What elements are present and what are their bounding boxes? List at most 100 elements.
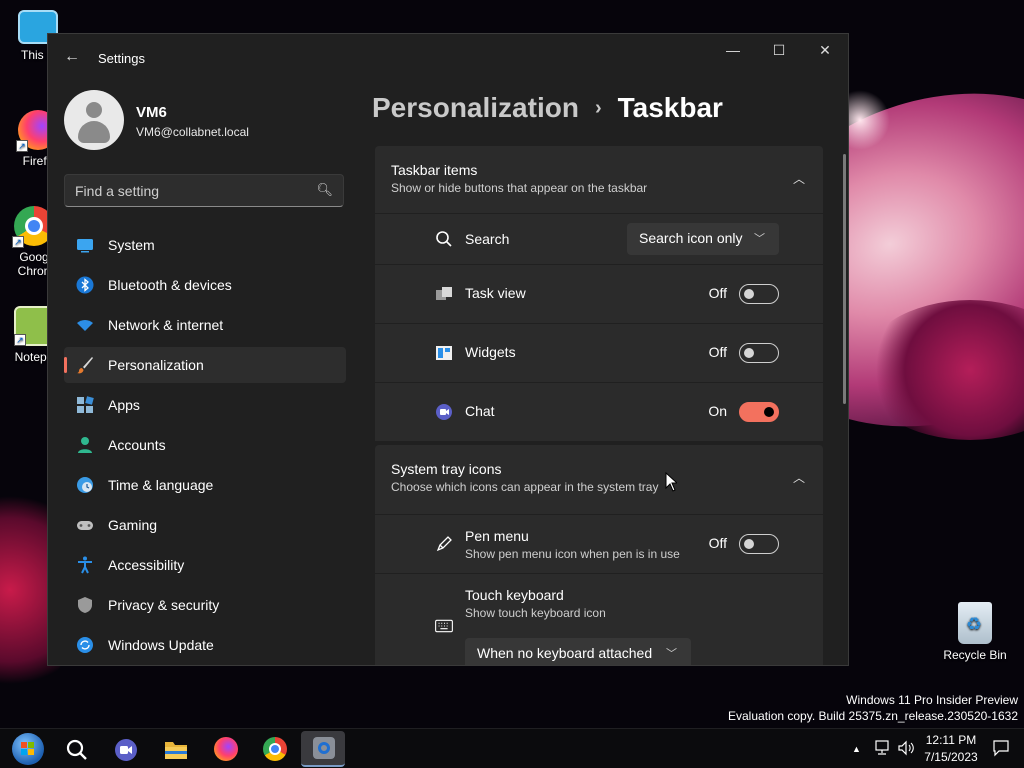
clock-date: 7/15/2023 xyxy=(924,750,978,764)
task-view-toggle[interactable] xyxy=(739,284,779,304)
page-title: Taskbar xyxy=(617,92,723,123)
update-icon xyxy=(77,637,93,653)
globe-icon xyxy=(77,477,93,493)
toggle-state-text: On xyxy=(708,403,727,419)
chevron-up-icon: ︿ xyxy=(792,172,805,186)
taskbar-items-header[interactable]: Taskbar items Show or hide buttons that … xyxy=(375,146,823,213)
pen-menu-toggle[interactable] xyxy=(739,534,779,554)
breadcrumb: Personalization › Taskbar xyxy=(372,92,723,124)
wifi-icon xyxy=(77,320,93,331)
setting-description: Show pen menu icon when pen is in use xyxy=(465,547,680,561)
monitor-icon xyxy=(77,239,93,253)
sidebar-item-accounts[interactable]: Accounts xyxy=(64,427,346,463)
search-mode-dropdown[interactable]: Search icon only ﹀ xyxy=(627,223,779,255)
setting-label: Pen menu xyxy=(465,528,529,544)
profile-email: VM6@collabnet.local xyxy=(136,125,249,139)
maximize-button[interactable]: ☐ xyxy=(756,34,802,66)
search-input[interactable]: Find a setting 🔍︎ xyxy=(64,174,344,207)
clock-time: 12:11 PM xyxy=(925,733,977,747)
sidebar-item-system[interactable]: System xyxy=(64,227,346,263)
sidebar-item-label: Bluetooth & devices xyxy=(108,277,232,293)
task-view-setting-row: Task view Off xyxy=(375,265,823,323)
settings-window: ← Settings — ☐ ✕ VM6 VM6@collabnet.local… xyxy=(47,33,849,666)
desktop-icon-recycle-bin[interactable]: ♻ Recycle Bin xyxy=(943,602,1007,662)
section-title: Taskbar items xyxy=(391,162,478,178)
taskbar-file-explorer-button[interactable] xyxy=(154,731,198,767)
windows-watermark: Windows 11 Pro Insider Preview Evaluatio… xyxy=(728,692,1018,724)
minimize-button[interactable]: — xyxy=(710,34,756,66)
sidebar-item-label: Network & internet xyxy=(108,317,224,333)
sidebar-item-windows-update[interactable]: Windows Update xyxy=(64,627,346,663)
firefox-icon xyxy=(214,737,238,761)
person-icon xyxy=(78,437,92,453)
taskbar-firefox-button[interactable] xyxy=(203,731,247,767)
search-icon xyxy=(436,231,452,247)
sidebar-nav: System Bluetooth & devices Network & int… xyxy=(64,227,346,665)
notifications-icon[interactable] xyxy=(992,739,1010,768)
pen-icon xyxy=(436,536,452,552)
sidebar-item-label: System xyxy=(108,237,155,253)
profile-name: VM6 xyxy=(136,104,167,121)
title-bar: ← Settings — ☐ ✕ xyxy=(48,34,848,82)
brush-icon xyxy=(77,357,93,374)
taskbar-settings-button[interactable] xyxy=(301,731,345,767)
sidebar-item-personalization[interactable]: Personalization xyxy=(64,347,346,383)
widgets-toggle[interactable] xyxy=(739,343,779,363)
sidebar-item-label: Personalization xyxy=(108,357,204,373)
breadcrumb-parent[interactable]: Personalization xyxy=(372,92,579,123)
window-title: Settings xyxy=(98,51,145,66)
sidebar-item-apps[interactable]: Apps xyxy=(64,387,346,423)
user-profile[interactable] xyxy=(64,90,124,150)
avatar xyxy=(64,90,124,150)
sidebar-item-time-language[interactable]: Time & language xyxy=(64,467,346,503)
back-arrow-icon[interactable]: ← xyxy=(64,48,82,68)
chevron-up-icon: ︿ xyxy=(792,471,805,485)
sidebar-item-label: Gaming xyxy=(108,517,158,533)
sidebar-item-accessibility[interactable]: Accessibility xyxy=(64,547,346,583)
close-button[interactable]: ✕ xyxy=(802,34,848,66)
sidebar-item-label: Time & language xyxy=(108,477,214,493)
search-placeholder: Find a setting xyxy=(75,183,160,199)
touch-keyboard-setting-row: Touch keyboard Show touch keyboard icon … xyxy=(375,574,823,665)
sidebar-item-gaming[interactable]: Gaming xyxy=(64,507,346,543)
settings-content: Taskbar items Show or hide buttons that … xyxy=(375,146,823,665)
folder-icon xyxy=(165,742,187,759)
sidebar-item-label: Apps xyxy=(108,397,140,413)
sidebar-item-network[interactable]: Network & internet xyxy=(64,307,346,343)
mouse-cursor-icon xyxy=(665,472,677,492)
setting-label: Chat xyxy=(465,403,495,419)
start-button[interactable] xyxy=(6,731,50,767)
widgets-icon xyxy=(436,346,452,360)
dropdown-value: When no keyboard attached xyxy=(477,645,653,661)
gamepad-icon xyxy=(77,521,93,530)
setting-label: Search xyxy=(465,231,510,247)
setting-label: Touch keyboard xyxy=(465,587,564,603)
watermark-edition: Windows 11 Pro Insider Preview xyxy=(846,693,1018,707)
windows-logo-icon xyxy=(12,733,44,765)
taskbar-search-button[interactable] xyxy=(55,731,99,767)
toggle-state-text: Off xyxy=(708,344,727,360)
shield-icon xyxy=(78,597,92,613)
widgets-setting-row: Widgets Off xyxy=(375,324,823,382)
sidebar-item-privacy-security[interactable]: Privacy & security xyxy=(64,587,346,623)
scrollbar[interactable] xyxy=(843,154,846,404)
sidebar-item-bluetooth[interactable]: Bluetooth & devices xyxy=(64,267,346,303)
taskbar-clock[interactable]: 12:11 PM 7/15/2023 xyxy=(914,732,988,766)
sidebar-item-label: Windows Update xyxy=(108,637,214,653)
touch-keyboard-dropdown[interactable]: When no keyboard attached ﹀ xyxy=(465,638,691,665)
recycle-bin-icon: ♻ xyxy=(958,602,992,644)
taskbar-chat-button[interactable] xyxy=(104,731,148,767)
gear-icon xyxy=(313,737,335,759)
show-hidden-icons-button[interactable]: ▲ xyxy=(852,741,861,768)
sidebar-item-label: Privacy & security xyxy=(108,597,220,613)
chat-setting-row: Chat On xyxy=(375,383,823,441)
task-view-icon xyxy=(436,287,452,300)
volume-icon[interactable] xyxy=(897,739,915,768)
section-subtitle: Choose which icons can appear in the sys… xyxy=(391,480,659,494)
breadcrumb-separator: › xyxy=(594,97,602,119)
network-icon[interactable] xyxy=(874,739,892,768)
taskbar-chrome-button[interactable] xyxy=(252,731,296,767)
chat-toggle[interactable] xyxy=(739,402,779,422)
chrome-icon xyxy=(263,737,287,761)
system-tray-header[interactable]: System tray icons Choose which icons can… xyxy=(375,445,823,514)
